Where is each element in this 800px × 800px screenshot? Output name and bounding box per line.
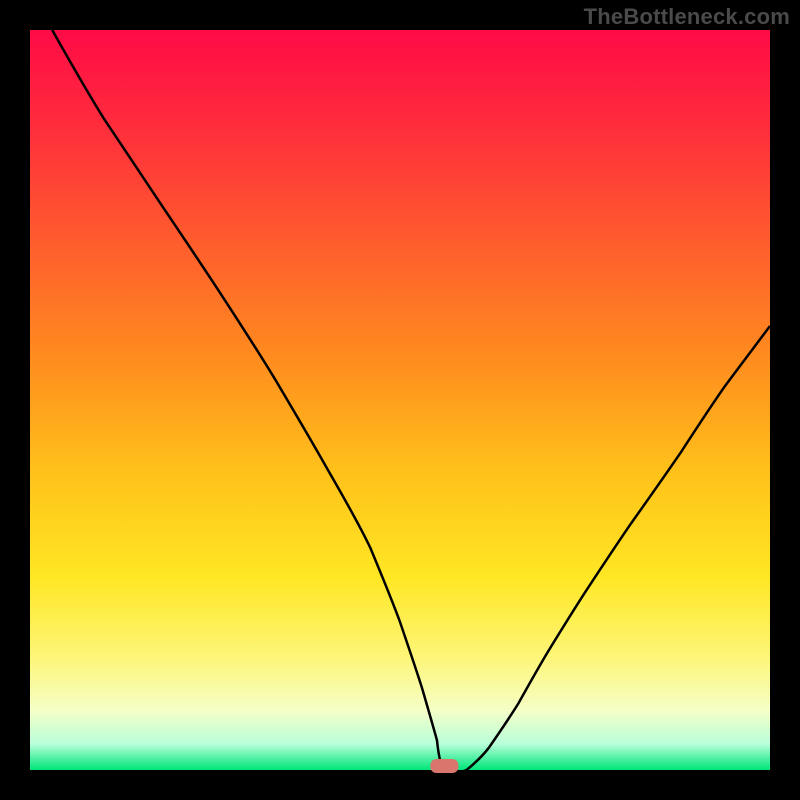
optimum-marker: [430, 759, 458, 773]
watermark-text: TheBottleneck.com: [584, 4, 790, 30]
chart-frame: TheBottleneck.com: [0, 0, 800, 800]
plot-background: [30, 30, 770, 770]
bottleneck-chart: [0, 0, 800, 800]
